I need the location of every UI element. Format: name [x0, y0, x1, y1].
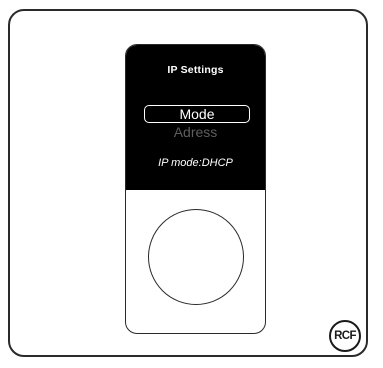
- rotary-knob[interactable]: [148, 209, 244, 305]
- control-module: IP Settings Mode Adress IP mode:DHCP: [125, 44, 266, 334]
- display-screen: IP Settings Mode Adress IP mode:DHCP: [126, 45, 265, 190]
- screen-title: IP Settings: [167, 64, 224, 76]
- ip-mode-status: IP mode:DHCP: [158, 157, 233, 169]
- menu-item-mode-label: Mode: [179, 106, 215, 122]
- menu-item-adress[interactable]: Adress: [126, 125, 265, 139]
- rcf-logo: RCF: [329, 320, 361, 352]
- menu-item-mode[interactable]: Mode: [144, 105, 250, 123]
- rcf-logo-text: RCF: [334, 330, 356, 342]
